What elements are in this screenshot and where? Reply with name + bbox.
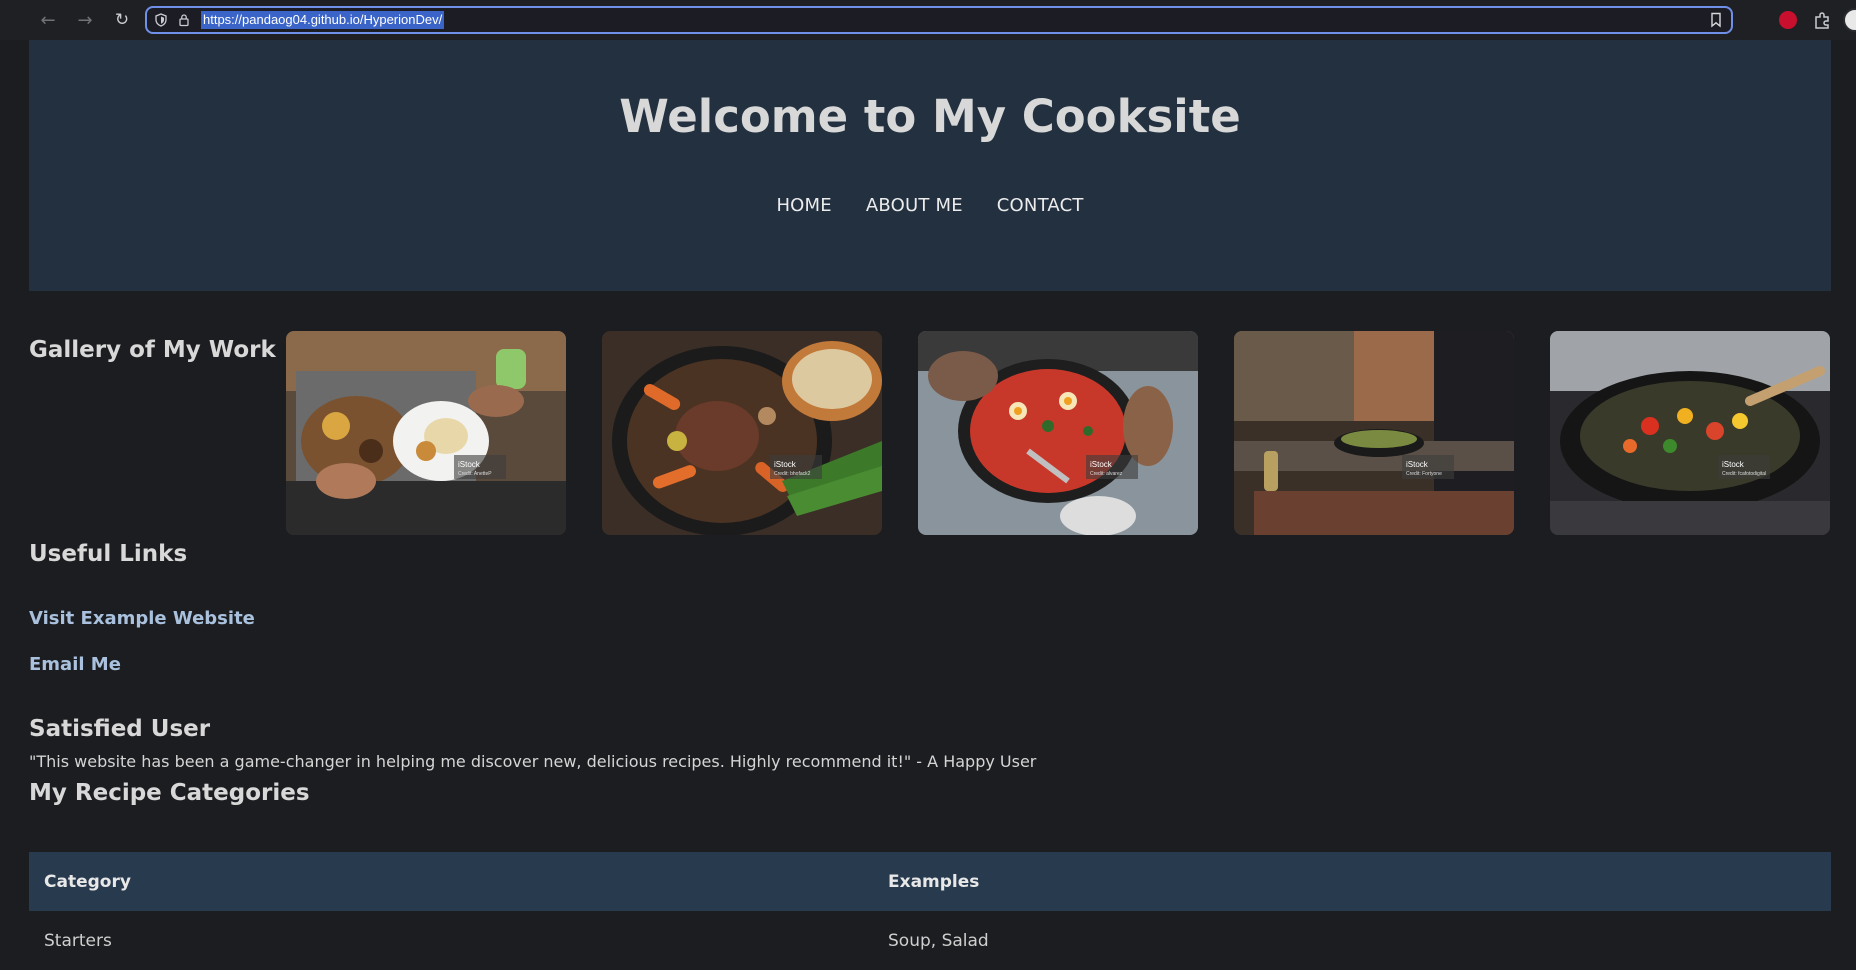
gallery-image-2[interactable]: iStock Credit: bhofack2: [602, 331, 882, 535]
forward-icon[interactable]: →: [73, 8, 97, 32]
reload-icon[interactable]: ↻: [110, 8, 134, 32]
table-header: Category Examples: [29, 852, 1831, 911]
column-header-category: Category: [44, 871, 131, 892]
extension-puzzle-icon[interactable]: [1812, 9, 1834, 31]
lock-icon[interactable]: [177, 13, 191, 27]
shield-icon[interactable]: [154, 13, 168, 27]
nav-about-me[interactable]: ABOUT ME: [866, 195, 963, 216]
site-header: Welcome to My Cooksite HOME ABOUT ME CON…: [29, 40, 1831, 291]
watermark-text: iStock: [1090, 460, 1113, 469]
bookmark-icon[interactable]: [1709, 12, 1723, 28]
table-row: Starters Soup, Salad: [29, 911, 1831, 970]
visit-example-website-link[interactable]: Visit Example Website: [29, 608, 255, 629]
credit-text: Credit: fcafotodigital: [1722, 471, 1766, 477]
watermark-text: iStock: [458, 460, 481, 469]
recipe-categories-table: Category Examples Starters Soup, Salad: [29, 852, 1831, 970]
credit-text: Credit: Fortyone: [1406, 471, 1442, 477]
page-title: Welcome to My Cooksite: [619, 90, 1241, 143]
table-cell: Soup, Salad: [888, 930, 989, 951]
gallery-heading: Gallery of My Work: [29, 337, 276, 363]
watermark-text: iStock: [774, 460, 797, 469]
email-me-link[interactable]: Email Me: [29, 654, 121, 675]
watermark-text: iStock: [1406, 460, 1429, 469]
credit-text: Credit: AnetteP: [458, 471, 492, 477]
column-header-examples: Examples: [888, 871, 980, 892]
address-bar[interactable]: https://pandaog04.github.io/HyperionDev/: [145, 6, 1733, 34]
table-cell: Starters: [44, 930, 112, 951]
gallery-image-4[interactable]: iStock Credit: Fortyone: [1234, 331, 1514, 535]
useful-links-heading: Useful Links: [29, 541, 188, 567]
gallery-image-5[interactable]: iStock Credit: fcafotodigital: [1550, 331, 1830, 535]
url-text[interactable]: https://pandaog04.github.io/HyperionDev/: [201, 11, 445, 29]
credit-text: Credit: alvarez: [1090, 471, 1123, 477]
categories-heading: My Recipe Categories: [29, 780, 310, 806]
credit-text: Credit: bhofack2: [774, 471, 811, 477]
extension-stop-icon[interactable]: [1779, 11, 1797, 29]
nav-contact[interactable]: CONTACT: [997, 195, 1084, 216]
watermark-text: iStock: [1722, 460, 1745, 469]
avatar[interactable]: [1843, 8, 1856, 32]
testimonial-quote: "This website has been a game-changer in…: [29, 752, 1037, 771]
gallery-image-3[interactable]: iStock Credit: alvarez: [918, 331, 1198, 535]
testimonial-heading: Satisfied User: [29, 716, 211, 742]
browser-toolbar: ← → ↻ https://pandaog04.github.io/Hyperi…: [0, 0, 1856, 40]
nav-home[interactable]: HOME: [776, 195, 831, 216]
gallery-image-1[interactable]: iStock Credit: AnetteP: [286, 331, 566, 535]
back-icon[interactable]: ←: [36, 8, 60, 32]
main-nav: HOME ABOUT ME CONTACT: [29, 195, 1831, 216]
